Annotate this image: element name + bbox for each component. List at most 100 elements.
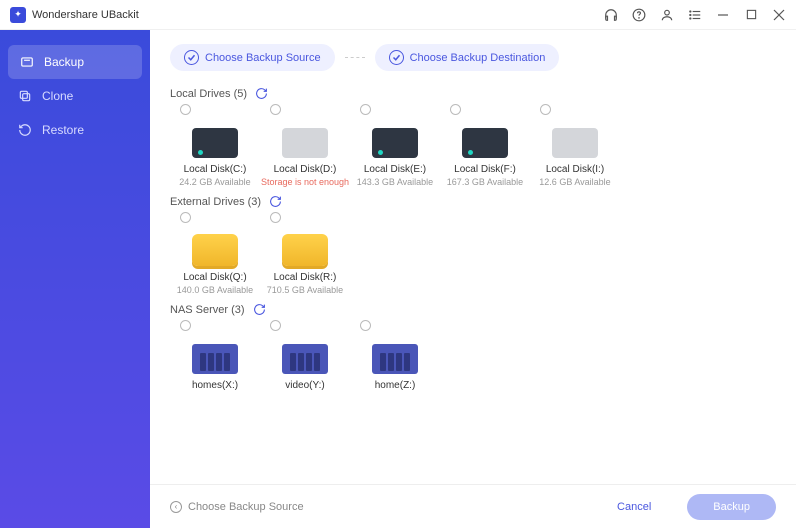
sidebar-item-label: Restore — [42, 123, 84, 137]
drive-sub: 12.6 GB Available — [539, 177, 610, 187]
drive-item[interactable]: Local Disk(E:) 143.3 GB Available — [350, 104, 440, 187]
section-local-drives: Local Drives (5) Local Disk(C:) 24.2 GB … — [170, 87, 776, 187]
disk-dark-icon — [190, 118, 240, 158]
radio-icon[interactable] — [180, 320, 191, 331]
minimize-icon[interactable] — [716, 8, 730, 22]
drive-item[interactable]: Local Disk(Q:) 140.0 GB Available — [170, 212, 260, 295]
sidebar-item-label: Backup — [44, 55, 84, 69]
drive-label: Local Disk(I:) — [546, 164, 604, 175]
step-label: Choose Backup Source — [205, 52, 321, 64]
app-logo-icon: ✦ — [10, 7, 26, 23]
radio-icon[interactable] — [360, 320, 371, 331]
drive-sub: 710.5 GB Available — [267, 285, 343, 295]
radio-icon[interactable] — [180, 104, 191, 115]
drive-label: home(Z:) — [375, 380, 416, 391]
drive-label: video(Y:) — [285, 380, 324, 391]
local-drives-row: Local Disk(C:) 24.2 GB Available Local D… — [170, 104, 776, 187]
disk-yellow-icon — [190, 226, 240, 266]
refresh-icon[interactable] — [255, 87, 268, 100]
wizard-steps: Choose Backup Source Choose Backup Desti… — [150, 30, 796, 79]
clone-icon — [18, 89, 32, 103]
section-title: Local Drives (5) — [170, 88, 247, 100]
footer-actions: Cancel Backup — [591, 494, 776, 520]
drive-label: Local Disk(R:) — [274, 272, 337, 283]
drive-item[interactable]: homes(X:) — [170, 320, 260, 391]
footer-hint[interactable]: ‹ Choose Backup Source — [170, 501, 304, 513]
radio-icon[interactable] — [270, 212, 281, 223]
account-icon[interactable] — [660, 8, 674, 22]
drive-label: Local Disk(E:) — [364, 164, 426, 175]
sidebar-item-restore[interactable]: Restore — [0, 113, 150, 147]
drive-label: homes(X:) — [192, 380, 238, 391]
drive-item[interactable]: video(Y:) — [260, 320, 350, 391]
restore-icon — [18, 123, 32, 137]
step-choose-source[interactable]: Choose Backup Source — [170, 44, 335, 71]
footer: ‹ Choose Backup Source Cancel Backup — [150, 484, 796, 528]
refresh-icon[interactable] — [269, 195, 282, 208]
nas-icon — [280, 334, 330, 374]
refresh-icon[interactable] — [253, 303, 266, 316]
sidebar-item-backup[interactable]: Backup — [8, 45, 142, 79]
drive-sub: 143.3 GB Available — [357, 177, 433, 187]
drive-item[interactable]: Local Disk(R:) 710.5 GB Available — [260, 212, 350, 295]
help-icon[interactable] — [632, 8, 646, 22]
cancel-button[interactable]: Cancel — [591, 494, 677, 520]
section-header: Local Drives (5) — [170, 87, 776, 100]
main: Choose Backup Source Choose Backup Desti… — [150, 30, 796, 528]
drive-sub: 24.2 GB Available — [179, 177, 250, 187]
titlebar-left: ✦ Wondershare UBackit — [10, 7, 139, 23]
titlebar-right — [604, 8, 786, 22]
sidebar: Backup Clone Restore — [0, 30, 150, 528]
disk-light-icon — [550, 118, 600, 158]
section-nas-server: NAS Server (3) homes(X:) video(Y:) — [170, 303, 776, 391]
backup-button[interactable]: Backup — [687, 494, 776, 520]
sidebar-item-clone[interactable]: Clone — [0, 79, 150, 113]
section-title: NAS Server (3) — [170, 304, 245, 316]
drive-sub: 140.0 GB Available — [177, 285, 253, 295]
disk-dark-icon — [370, 118, 420, 158]
radio-icon[interactable] — [540, 104, 551, 115]
backup-icon — [20, 55, 34, 69]
drive-label: Local Disk(F:) — [454, 164, 516, 175]
step-label: Choose Backup Destination — [410, 52, 546, 64]
titlebar: ✦ Wondershare UBackit — [0, 0, 796, 30]
sidebar-item-label: Clone — [42, 89, 73, 103]
section-header: External Drives (3) — [170, 195, 776, 208]
step-choose-destination[interactable]: Choose Backup Destination — [375, 44, 560, 71]
nas-icon — [370, 334, 420, 374]
external-drives-row: Local Disk(Q:) 140.0 GB Available Local … — [170, 212, 776, 295]
menu-icon[interactable] — [688, 8, 702, 22]
support-icon[interactable] — [604, 8, 618, 22]
close-icon[interactable] — [772, 8, 786, 22]
section-header: NAS Server (3) — [170, 303, 776, 316]
disk-yellow-icon — [280, 226, 330, 266]
check-icon — [389, 50, 404, 65]
section-external-drives: External Drives (3) Local Disk(Q:) 140.0… — [170, 195, 776, 295]
radio-icon[interactable] — [360, 104, 371, 115]
drive-sub-error: Storage is not enough — [261, 177, 349, 187]
body: Backup Clone Restore Choose Backup Sourc… — [0, 30, 796, 528]
drive-label: Local Disk(C:) — [184, 164, 247, 175]
radio-icon[interactable] — [270, 104, 281, 115]
drive-item[interactable]: Local Disk(I:) 12.6 GB Available — [530, 104, 620, 187]
drive-sub: 167.3 GB Available — [447, 177, 523, 187]
section-title: External Drives (3) — [170, 196, 261, 208]
drive-label: Local Disk(Q:) — [183, 272, 246, 283]
maximize-icon[interactable] — [744, 8, 758, 22]
drive-item[interactable]: Local Disk(C:) 24.2 GB Available — [170, 104, 260, 187]
nas-icon — [190, 334, 240, 374]
radio-icon[interactable] — [270, 320, 281, 331]
nas-drives-row: homes(X:) video(Y:) home(Z:) — [170, 320, 776, 391]
drive-item[interactable]: Local Disk(D:) Storage is not enough — [260, 104, 350, 187]
drive-item[interactable]: Local Disk(F:) 167.3 GB Available — [440, 104, 530, 187]
radio-icon[interactable] — [450, 104, 461, 115]
step-separator — [345, 57, 365, 58]
back-icon: ‹ — [170, 501, 182, 513]
drive-list-scroll[interactable]: Local Drives (5) Local Disk(C:) 24.2 GB … — [150, 79, 796, 484]
footer-hint-text: Choose Backup Source — [188, 501, 304, 513]
disk-light-icon — [280, 118, 330, 158]
app-title: Wondershare UBackit — [32, 9, 139, 21]
check-icon — [184, 50, 199, 65]
radio-icon[interactable] — [180, 212, 191, 223]
drive-item[interactable]: home(Z:) — [350, 320, 440, 391]
